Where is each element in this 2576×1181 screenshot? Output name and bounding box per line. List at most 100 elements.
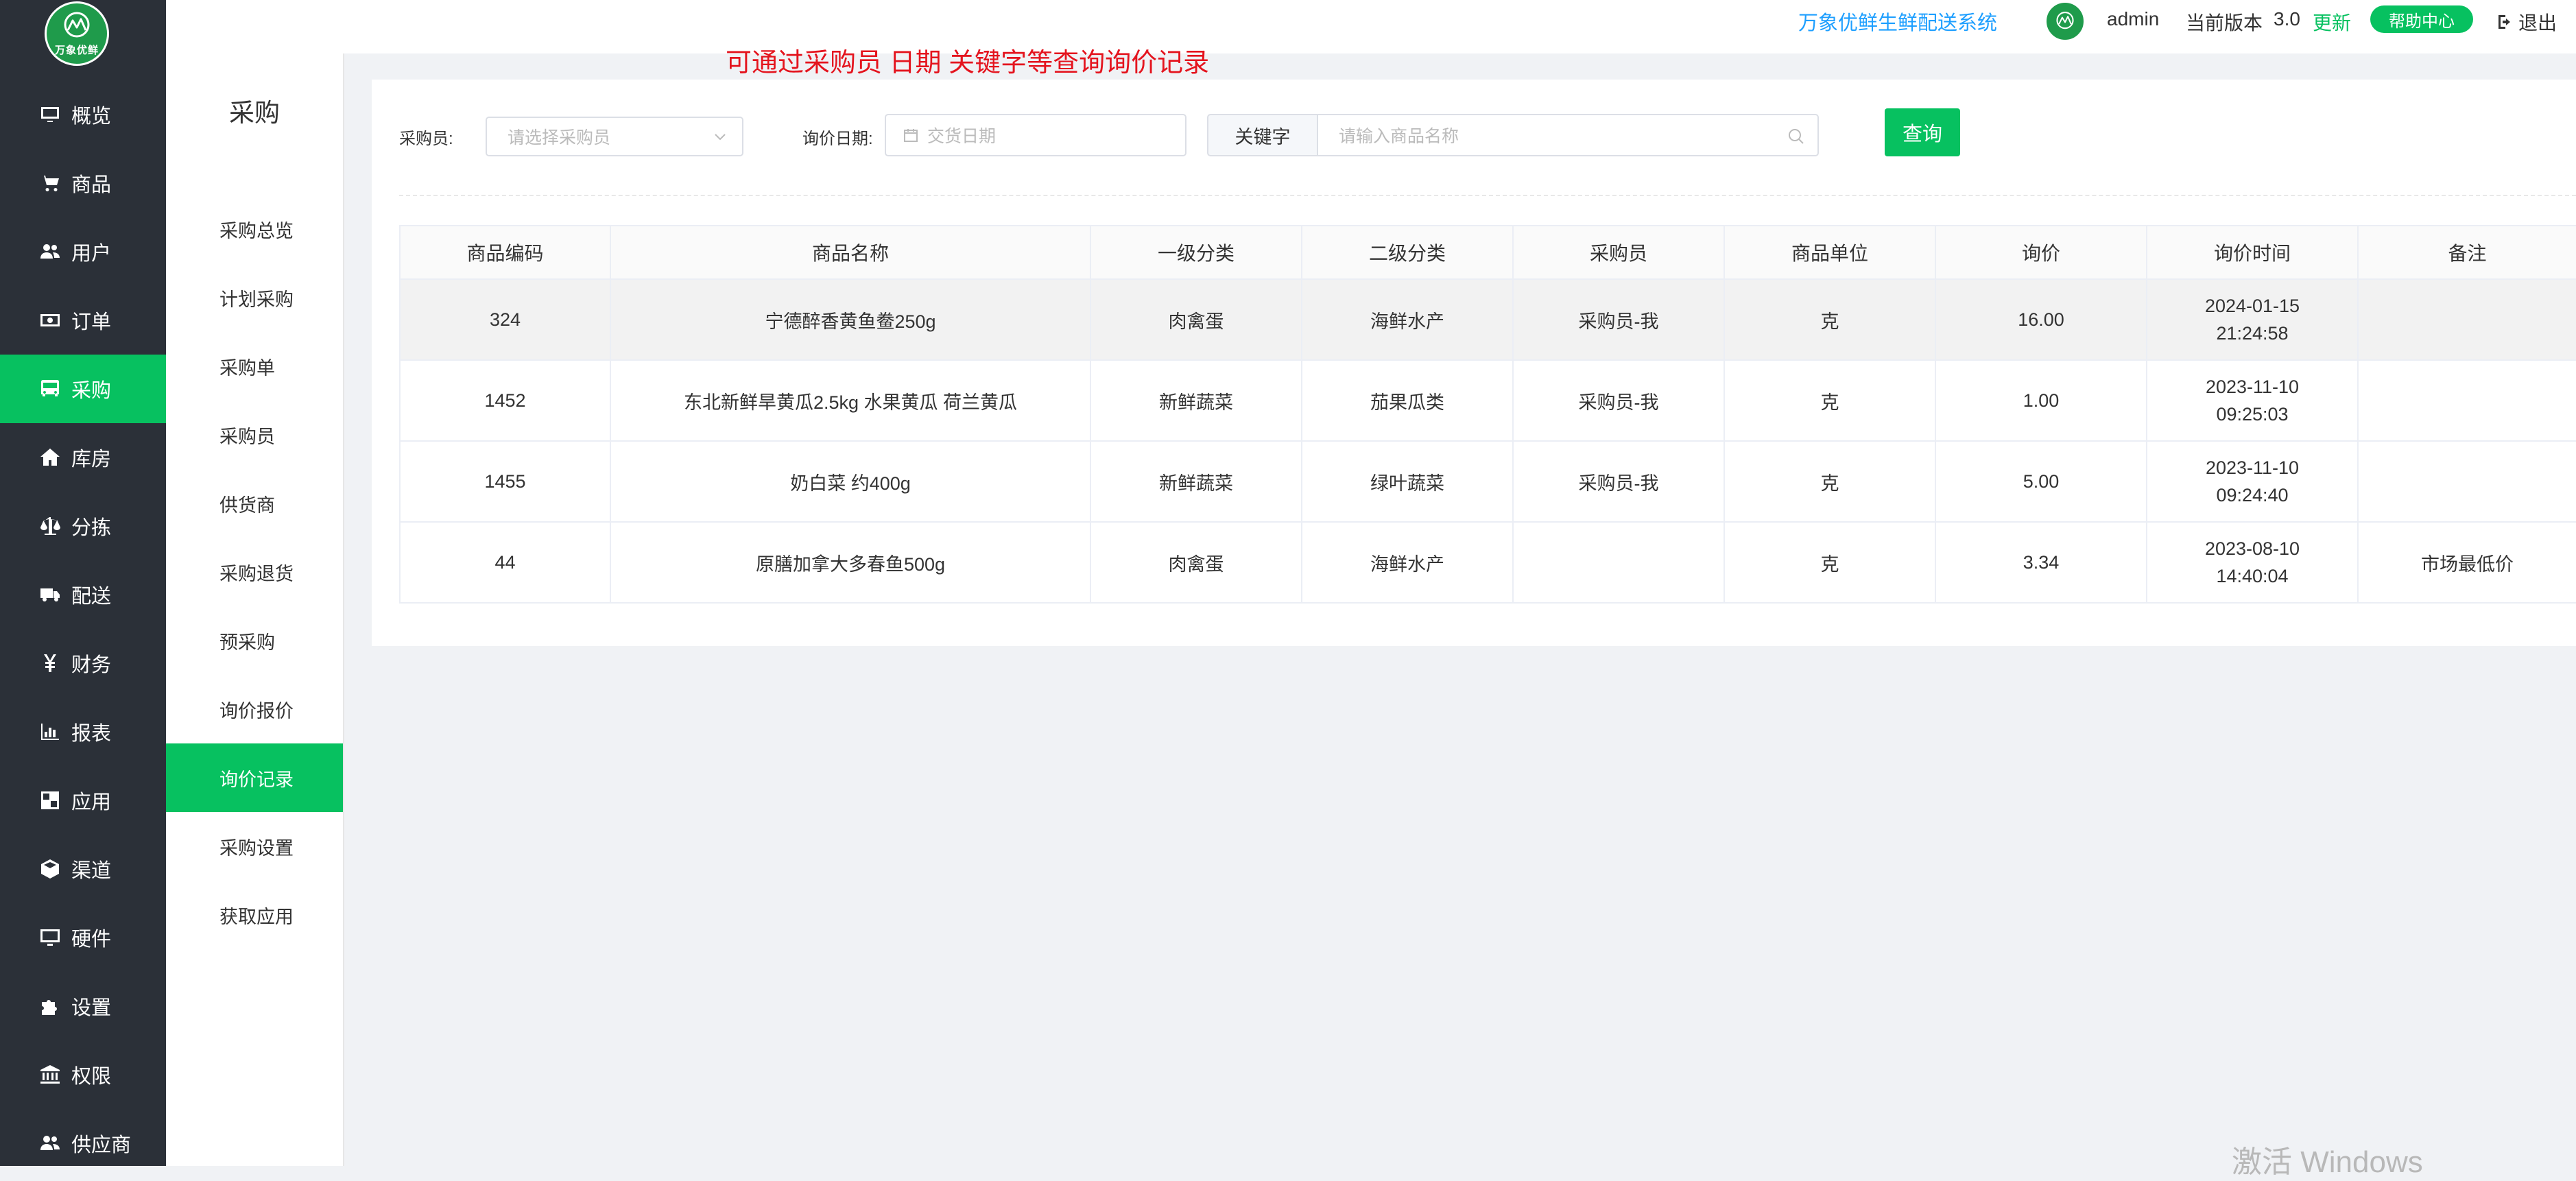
buyer-select-placeholder: 请选择采购员 <box>508 128 611 147</box>
subnav-item-inquiry-records[interactable]: 询价记录 <box>166 743 343 812</box>
table-row[interactable]: 1452 东北新鲜旱黄瓜2.5kg 水果黄瓜 荷兰黄瓜 新鲜蔬菜 茄果瓜类 采购… <box>399 359 2576 442</box>
column-header: 商品名称 <box>610 225 1091 280</box>
desktop-icon <box>38 926 62 949</box>
column-header: 询价时间 <box>2146 225 2359 280</box>
cell-price: 3.34 <box>1935 521 2147 604</box>
cell-time-text: 21:24:58 <box>2216 323 2289 344</box>
truck-icon <box>38 583 62 606</box>
cell-category-1: 新鲜蔬菜 <box>1090 359 1302 442</box>
logo-mark-icon <box>64 12 90 37</box>
nav-item-label: 硬件 <box>71 929 112 951</box>
subnav-item-orders[interactable]: 采购单 <box>166 332 343 401</box>
help-center-button[interactable]: 帮助中心 <box>2370 5 2473 33</box>
cell-category-2: 茄果瓜类 <box>1301 359 1514 442</box>
cell-time-text: 09:24:40 <box>2216 485 2289 505</box>
cell-name: 奶白菜 约400g <box>610 440 1091 523</box>
nav-item-channels[interactable]: 渠道 <box>0 835 166 903</box>
system-name-link[interactable]: 万象优鲜生鲜配送系统 <box>1798 7 1997 36</box>
subnav-item-buyers[interactable]: 采购员 <box>166 401 343 469</box>
cell-category-1: 肉禽蛋 <box>1090 521 1302 604</box>
query-button[interactable]: 查询 <box>1885 108 1960 156</box>
subnav-item-get-apps[interactable]: 获取应用 <box>166 881 343 949</box>
column-header: 备注 <box>2357 225 2576 280</box>
keyword-search-input[interactable]: 请输入商品名称 <box>1317 114 1819 156</box>
nav-item-label: 分拣 <box>71 517 112 539</box>
nav-item-label: 概览 <box>71 106 112 128</box>
subnav-item-overview[interactable]: 采购总览 <box>166 195 343 263</box>
column-header: 询价 <box>1935 225 2147 280</box>
nav-item-label: 库房 <box>71 449 112 470</box>
nav-item-label: 应用 <box>71 791 112 813</box>
cell-date-text: 2024-01-15 <box>2204 296 2300 316</box>
subnav-item-settings[interactable]: 采购设置 <box>166 812 343 881</box>
date-picker-input[interactable]: 交货日期 <box>885 114 1186 156</box>
table-header-row: 商品编码 商品名称 一级分类 二级分类 采购员 商品单位 询价 询价时间 备注 <box>399 225 2576 280</box>
nav-item-label: 供应商 <box>71 1134 132 1156</box>
cell-time: 2023-11-10 09:24:40 <box>2146 440 2359 523</box>
cube-icon <box>38 857 62 881</box>
cell-note <box>2357 278 2576 361</box>
avatar[interactable] <box>2045 1 2085 41</box>
bank-icon <box>38 1063 62 1086</box>
cell-code: 44 <box>399 521 611 604</box>
cell-time: 2023-08-10 14:40:04 <box>2146 521 2359 604</box>
nav-item-permissions[interactable]: 权限 <box>0 1040 166 1109</box>
windows-activation-watermark: 激活 Windows <box>2232 1145 2423 1179</box>
cell-code: 1455 <box>399 440 611 523</box>
nav-item-finance[interactable]: 财务 <box>0 629 166 697</box>
scale-icon <box>38 514 62 538</box>
home-icon <box>38 446 62 469</box>
monitor-icon <box>38 103 62 126</box>
nav-item-purchase[interactable]: 采购 <box>0 355 166 423</box>
money-icon <box>38 309 62 332</box>
nav-item-hardware[interactable]: 硬件 <box>0 903 166 972</box>
cell-code: 1452 <box>399 359 611 442</box>
buyer-filter-label: 采购员: <box>399 130 453 148</box>
cell-note <box>2357 359 2576 442</box>
buyer-select[interactable]: 请选择采购员 <box>486 117 743 156</box>
nav-item-warehouse[interactable]: 库房 <box>0 423 166 492</box>
subnav-item-inquiry-quote[interactable]: 询价报价 <box>166 675 343 743</box>
cell-unit: 克 <box>1724 359 1936 442</box>
subnav-item-pre-purchase[interactable]: 预采购 <box>166 606 343 675</box>
nav-item-sorting[interactable]: 分拣 <box>0 492 166 560</box>
nav-item-orders[interactable]: 订单 <box>0 286 166 355</box>
version-number: 3.0 <box>2274 8 2300 29</box>
nav-item-overview[interactable]: 概览 <box>0 80 166 149</box>
nav-item-suppliers[interactable]: 供应商 <box>0 1109 166 1178</box>
nav-item-settings[interactable]: 设置 <box>0 972 166 1040</box>
cell-unit: 克 <box>1724 440 1936 523</box>
users-icon <box>38 240 62 263</box>
nav-item-delivery[interactable]: 配送 <box>0 560 166 629</box>
user-name[interactable]: admin <box>2107 8 2159 30</box>
brand-logo[interactable]: 万象优鲜 <box>45 1 109 66</box>
inquiry-records-table: 商品编码 商品名称 一级分类 二级分类 采购员 商品单位 询价 询价时间 备注 … <box>399 225 2576 604</box>
cell-buyer: 采购员-我 <box>1512 278 1725 361</box>
logo-text: 万象优鲜 <box>54 44 99 56</box>
cell-price: 5.00 <box>1935 440 2147 523</box>
cell-note <box>2357 440 2576 523</box>
subnav-item-suppliers[interactable]: 供货商 <box>166 469 343 538</box>
nav-item-label: 权限 <box>71 1066 112 1088</box>
top-header: 万象优鲜生鲜配送系统 admin 当前版本 3.0 更新 帮助中心 退出 <box>166 0 2576 53</box>
chevron-down-icon <box>715 134 726 141</box>
nav-item-reports[interactable]: 报表 <box>0 697 166 766</box>
cell-code: 324 <box>399 278 611 361</box>
table-row[interactable]: 44 原膳加拿大多春鱼500g 肉禽蛋 海鲜水产 克 3.34 2023-08-… <box>399 521 2576 604</box>
subnav-item-plan[interactable]: 计划采购 <box>166 263 343 332</box>
nav-item-label: 采购 <box>71 380 112 402</box>
table-row[interactable]: 1455 奶白菜 约400g 新鲜蔬菜 绿叶蔬菜 采购员-我 克 5.00 20… <box>399 440 2576 523</box>
date-picker-placeholder: 交货日期 <box>927 127 997 146</box>
cell-name: 宁德醉香黄鱼鲞250g <box>610 278 1091 361</box>
subnav-item-returns[interactable]: 采购退货 <box>166 538 343 606</box>
logout-button[interactable]: 退出 <box>2496 8 2557 36</box>
update-link[interactable]: 更新 <box>2313 8 2351 36</box>
puzzle-icon <box>38 994 62 1018</box>
nav-item-label: 用户 <box>71 243 112 265</box>
cell-unit: 克 <box>1724 521 1936 604</box>
nav-item-goods[interactable]: 商品 <box>0 149 166 217</box>
table-row[interactable]: 324 宁德醉香黄鱼鲞250g 肉禽蛋 海鲜水产 采购员-我 克 16.00 2… <box>399 278 2576 361</box>
nav-item-apps[interactable]: 应用 <box>0 766 166 835</box>
nav-item-users[interactable]: 用户 <box>0 217 166 286</box>
cell-date-text: 2023-11-10 <box>2205 377 2300 397</box>
